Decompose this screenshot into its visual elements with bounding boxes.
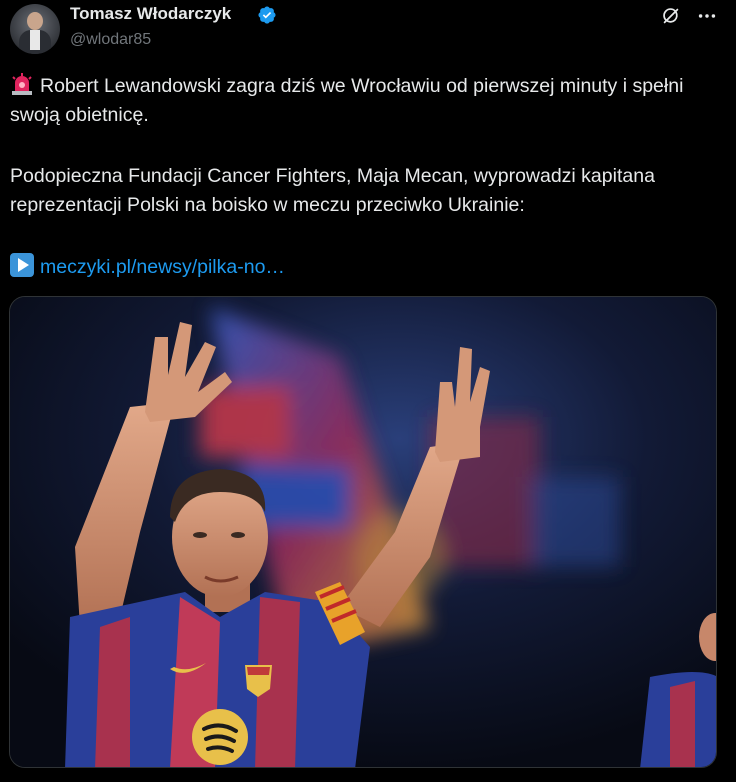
avatar[interactable] bbox=[10, 4, 60, 54]
tweet-line-2: Podopieczna Fundacji Cancer Fighters, Ma… bbox=[10, 165, 655, 216]
siren-icon bbox=[12, 73, 32, 95]
verified-badge-icon bbox=[258, 6, 276, 24]
play-button-icon bbox=[10, 253, 34, 277]
photo-lewandowski-celebrating bbox=[10, 297, 716, 767]
tweet-media-photo[interactable] bbox=[9, 296, 717, 768]
tweet-line-1: Robert Lewandowski zagra dziś we Wrocław… bbox=[10, 75, 684, 126]
grok-icon[interactable] bbox=[660, 5, 682, 27]
author-name[interactable]: Tomasz Włodarczyk bbox=[70, 4, 231, 24]
more-options-icon[interactable] bbox=[696, 5, 718, 27]
article-link[interactable]: meczyki.pl/newsy/pilka-no… bbox=[40, 256, 285, 278]
tweet-link-row: meczyki.pl/newsy/pilka-no… bbox=[10, 253, 285, 282]
tweet-text-paragraph-1: Robert Lewandowski zagra dziś we Wrocław… bbox=[10, 72, 726, 130]
author-handle[interactable]: @wlodar85 bbox=[70, 31, 151, 49]
tweet-header: Tomasz Włodarczyk @wlodar85 bbox=[10, 0, 726, 56]
